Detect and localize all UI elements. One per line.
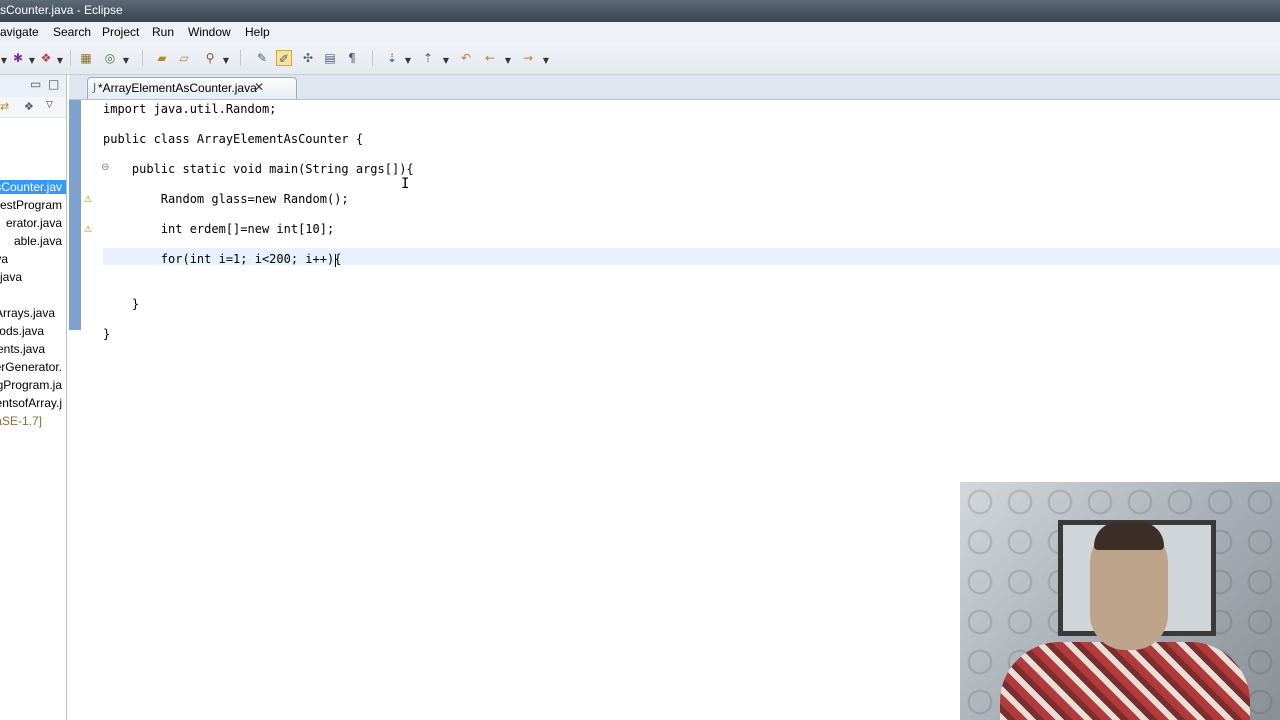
toolbar-separator [142, 50, 143, 66]
editor-tabstrip: J *ArrayElementAsCounter.java ✕ [69, 75, 1280, 100]
package-explorer-toolbar: ⇄ ❖ ▽ [0, 97, 66, 118]
editor-tab-label: *ArrayElementAsCounter.java [98, 81, 257, 95]
next-annotation-icon[interactable]: ⇣ [384, 50, 400, 66]
chevron-down-icon[interactable]: ▼ [0, 53, 8, 69]
chevron-down-icon[interactable]: ▼ [404, 53, 412, 69]
quick-diff-ruler [69, 100, 81, 330]
tree-item[interactable]: java [0, 270, 22, 284]
mouse-ibeam-cursor: I [401, 176, 410, 192]
debug-icon[interactable]: ✱ [10, 50, 26, 66]
package-explorer-header: ▭ □ [0, 75, 66, 98]
collapse-all-icon[interactable]: ❖ [24, 100, 34, 113]
toolbar-separator [70, 50, 71, 66]
menu-window[interactable]: Window [188, 25, 231, 39]
title-bar: sCounter.java - Eclipse [0, 0, 1280, 22]
code-line: } [103, 327, 111, 341]
tree-item[interactable]: ods.java [0, 324, 44, 338]
toolbar-separator [240, 50, 241, 66]
tree-item[interactable]: erGenerator. [0, 360, 62, 374]
webcam-person-shirt [1000, 642, 1250, 720]
webcam-person-hair [1094, 522, 1164, 550]
external-tools-icon[interactable]: ❖ [38, 50, 54, 66]
new-java-class-icon[interactable]: ◎ [102, 50, 118, 66]
chevron-down-icon[interactable]: ▼ [504, 53, 512, 69]
tree-item[interactable]: erator.java [6, 216, 62, 230]
menu-search[interactable]: Search [53, 25, 91, 39]
webcam-overlay [960, 482, 1280, 720]
code-line: Random glass=new Random(); [103, 192, 349, 206]
link-with-editor-icon[interactable]: ⇄ [0, 100, 9, 113]
editor-tab[interactable]: J *ArrayElementAsCounter.java ✕ [87, 77, 297, 99]
tree-item-jre[interactable]: aSE-1.7] [0, 414, 42, 428]
show-whitespace-icon[interactable]: ▤ [322, 50, 338, 66]
chevron-down-icon[interactable]: ▼ [122, 53, 130, 69]
tree-item[interactable]: Arrays.java [0, 306, 55, 320]
warning-icon[interactable]: ⚠ [84, 195, 94, 205]
package-explorer: ▭ □ ⇄ ❖ ▽ sCounter.jav estProgram erator… [0, 75, 67, 720]
menu-project[interactable]: Project [102, 25, 139, 39]
forward-icon[interactable]: → [520, 50, 536, 66]
main-toolbar: ▼ ✱ ▼ ❖ ▼ ▦ ◎ ▼ ▰ ▱ ⚲ ▼ ✎ ✐ ✣ ▤ ¶ ⇣ ▼ ⇡ … [0, 42, 1280, 75]
back-icon[interactable]: ← [482, 50, 498, 66]
tree-item[interactable]: ents.java [0, 342, 45, 356]
search-icon[interactable]: ⚲ [202, 50, 218, 66]
menu-bar: avigate Search Project Run Window Help [0, 22, 1280, 42]
code-line: int erdem[]=new int[10]; [103, 222, 335, 236]
code-line: public class ArrayElementAsCounter { [103, 132, 364, 146]
open-task-icon[interactable]: ▱ [176, 50, 192, 66]
toggle-mark-occurrences-icon[interactable]: ✎ [254, 50, 270, 66]
chevron-down-icon[interactable]: ▼ [28, 53, 36, 69]
code-line: } [103, 297, 140, 311]
chevron-down-icon[interactable]: ▼ [222, 53, 230, 69]
pilcrow-icon[interactable]: ¶ [344, 50, 360, 66]
new-java-package-icon[interactable]: ▦ [78, 50, 94, 66]
last-edit-location-icon[interactable]: ↶ [458, 50, 474, 66]
toggle-highlight-icon[interactable]: ✐ [276, 50, 292, 66]
tree-item[interactable]: able.java [14, 234, 62, 248]
tree-item[interactable]: sCounter.jav [0, 180, 66, 194]
menu-navigate[interactable]: avigate [0, 25, 39, 39]
code-line: import java.util.Random; [103, 102, 277, 116]
view-menu-icon[interactable]: ▽ [46, 100, 53, 110]
close-icon[interactable]: ✕ [254, 80, 264, 94]
text-caret [335, 254, 336, 267]
previous-annotation-icon[interactable]: ⇡ [420, 50, 436, 66]
tree-item[interactable]: estProgram [0, 198, 62, 212]
tree-item[interactable]: entsofArray.j [0, 396, 62, 410]
warning-icon[interactable]: ⚠ [84, 225, 94, 235]
chevron-down-icon[interactable]: ▼ [442, 53, 450, 69]
minimize-icon[interactable]: ▭ [30, 77, 41, 91]
toolbar-separator [372, 50, 373, 66]
menu-help[interactable]: Help [245, 25, 270, 39]
code-line: for(int i=1; i<200; i++){ [103, 252, 342, 266]
maximize-icon[interactable]: □ [48, 77, 59, 91]
chevron-down-icon[interactable]: ▼ [56, 53, 64, 69]
chevron-down-icon[interactable]: ▼ [542, 53, 550, 69]
open-type-icon[interactable]: ▰ [154, 50, 170, 66]
tree-item[interactable]: va [0, 252, 8, 266]
toggle-block-selection-icon[interactable]: ✣ [300, 50, 316, 66]
window-title: sCounter.java - Eclipse [0, 3, 123, 17]
editor-gutter: ⊖ ⚠ ⚠ [81, 100, 109, 720]
code-line: public static void main(String args[]){ [103, 162, 414, 176]
tree-item[interactable]: gProgram.ja [0, 378, 62, 392]
menu-run[interactable]: Run [152, 25, 174, 39]
